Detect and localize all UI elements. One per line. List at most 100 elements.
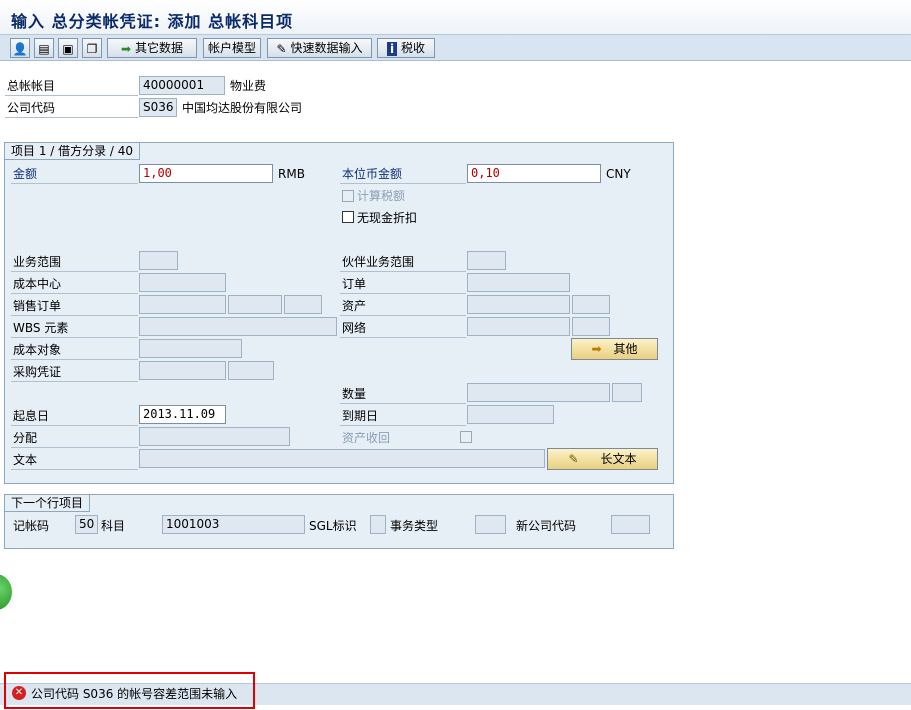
assignment-label: 分配 [13,431,38,445]
next-item-group-title: 下一个行项目 [5,495,91,512]
purchase-document-item-field[interactable] [228,361,274,380]
asset-field[interactable] [467,295,570,314]
pencil-icon: ✎ [276,41,287,56]
cost-object-label: 成本对象 [13,343,62,357]
no-cash-discount-checkbox[interactable] [342,211,354,223]
more-button[interactable]: ➡ 其他 [571,338,658,360]
company-code-field[interactable]: S036 [139,98,177,117]
sales-order-item-field[interactable] [228,295,282,314]
sgl-indicator-field[interactable] [370,515,386,534]
amount-input[interactable]: 1,00 [139,164,273,183]
text-field[interactable] [139,449,545,468]
quantity-unit-field[interactable] [612,383,642,402]
posting-key-label: 记帐码 [13,519,50,533]
more-data-button[interactable]: ➡ 其它数据 [107,38,197,58]
order-field[interactable] [467,273,570,292]
quantity-label: 数量 [342,387,367,401]
amount-label: 金额 [13,167,38,181]
pencil-icon: ✎ [568,452,579,466]
divider [11,359,138,360]
quantity-field[interactable] [467,383,610,402]
new-company-code-label: 新公司代码 [516,519,577,533]
order-label: 订单 [342,277,367,291]
asset-label: 资产 [342,299,367,313]
wbs-element-field[interactable] [139,317,337,336]
transaction-type-label: 事务类型 [390,519,439,533]
divider [340,337,466,338]
value-date-input[interactable]: 2013.11.09 [139,405,226,424]
no-cash-discount-label: 无现金折扣 [357,211,418,225]
divider [11,381,138,382]
sales-order-label: 销售订单 [13,299,62,313]
gl-account-field[interactable]: 40000001 [139,76,225,95]
info-icon: i [387,41,398,56]
account-label: 科目 [101,519,126,533]
sales-order-schedule-field[interactable] [284,295,322,314]
cost-object-field[interactable] [139,339,242,358]
company-code-text: 中国均达股份有限公司 [182,101,303,115]
transaction-type-field[interactable] [475,515,506,534]
divider [11,315,138,316]
business-area-field[interactable] [139,251,178,270]
divider [11,469,138,470]
status-message[interactable]: 公司代码 S036 的帐号容差范围未输入 [31,685,237,703]
divider [340,293,466,294]
purchase-document-label: 采购凭证 [13,365,62,379]
divider [11,293,138,294]
window-title-bar: 输入 总分类帐凭证: 添加 总帐科目项 [0,0,911,35]
taxes-button[interactable]: i 税收 [377,38,435,58]
sales-order-field[interactable] [139,295,226,314]
company-code-label: 公司代码 [7,101,56,115]
network-activity-field[interactable] [572,317,610,336]
divider [340,315,466,316]
divider [11,271,138,272]
partner-business-area-field[interactable] [467,251,506,270]
asset-retirement-label: 资产收回 [342,431,391,445]
new-company-code-field[interactable] [611,515,650,534]
business-area-label: 业务范围 [13,255,62,269]
park-document-icon[interactable]: ▣ [58,38,78,58]
text-label: 文本 [13,453,38,467]
local-amount-label: 本位币金额 [342,167,403,181]
calculate-tax-label: 计算税额 [357,189,406,203]
due-date-label: 到期日 [342,409,379,423]
long-text-button[interactable]: ✎ 长文本 [547,448,658,470]
assignment-field[interactable] [139,427,290,446]
application-toolbar: 👤 ▤ ▣ ❐ ➡ 其它数据 帐户模型 ✎ 快速数据输入 i 税收 [0,35,911,61]
purchase-document-field[interactable] [139,361,226,380]
local-amount-input[interactable]: 0,10 [467,164,601,183]
cost-center-label: 成本中心 [13,277,62,291]
divider [11,425,138,426]
display-user-icon[interactable]: 👤 [10,38,30,58]
calculate-tax-checkbox[interactable] [342,190,354,202]
network-field[interactable] [467,317,570,336]
due-date-field[interactable] [467,405,554,424]
account-model-button[interactable]: 帐户模型 [203,38,261,58]
document-overview-icon[interactable]: ▤ [34,38,54,58]
arrow-right-icon: ➡ [121,41,132,56]
divider [340,183,466,184]
local-currency: CNY [606,167,631,181]
fast-data-entry-button[interactable]: ✎ 快速数据输入 [267,38,372,58]
divider [340,403,466,404]
account-field[interactable]: 1001003 [162,515,305,534]
gl-account-label: 总帐帐目 [7,79,56,93]
green-status-icon [0,574,12,610]
partner-business-area-label: 伙伴业务范围 [342,255,415,269]
wbs-element-label: WBS 元素 [13,321,69,335]
asset-retirement-checkbox[interactable] [460,431,472,443]
divider [11,183,138,184]
copy-icon[interactable]: ❐ [82,38,102,58]
item-group-title: 项目 1 / 借方分录 / 40 [5,143,141,160]
divider [340,425,466,426]
divider [5,95,138,96]
window-title: 输入 总分类帐凭证: 添加 总帐科目项 [11,12,294,31]
cost-center-field[interactable] [139,273,226,292]
divider [340,271,466,272]
asset-subnumber-field[interactable] [572,295,610,314]
divider [11,447,138,448]
posting-key-field[interactable]: 50 [75,515,98,534]
divider [11,337,138,338]
error-icon: ✕ [12,686,26,700]
network-label: 网络 [342,321,367,335]
